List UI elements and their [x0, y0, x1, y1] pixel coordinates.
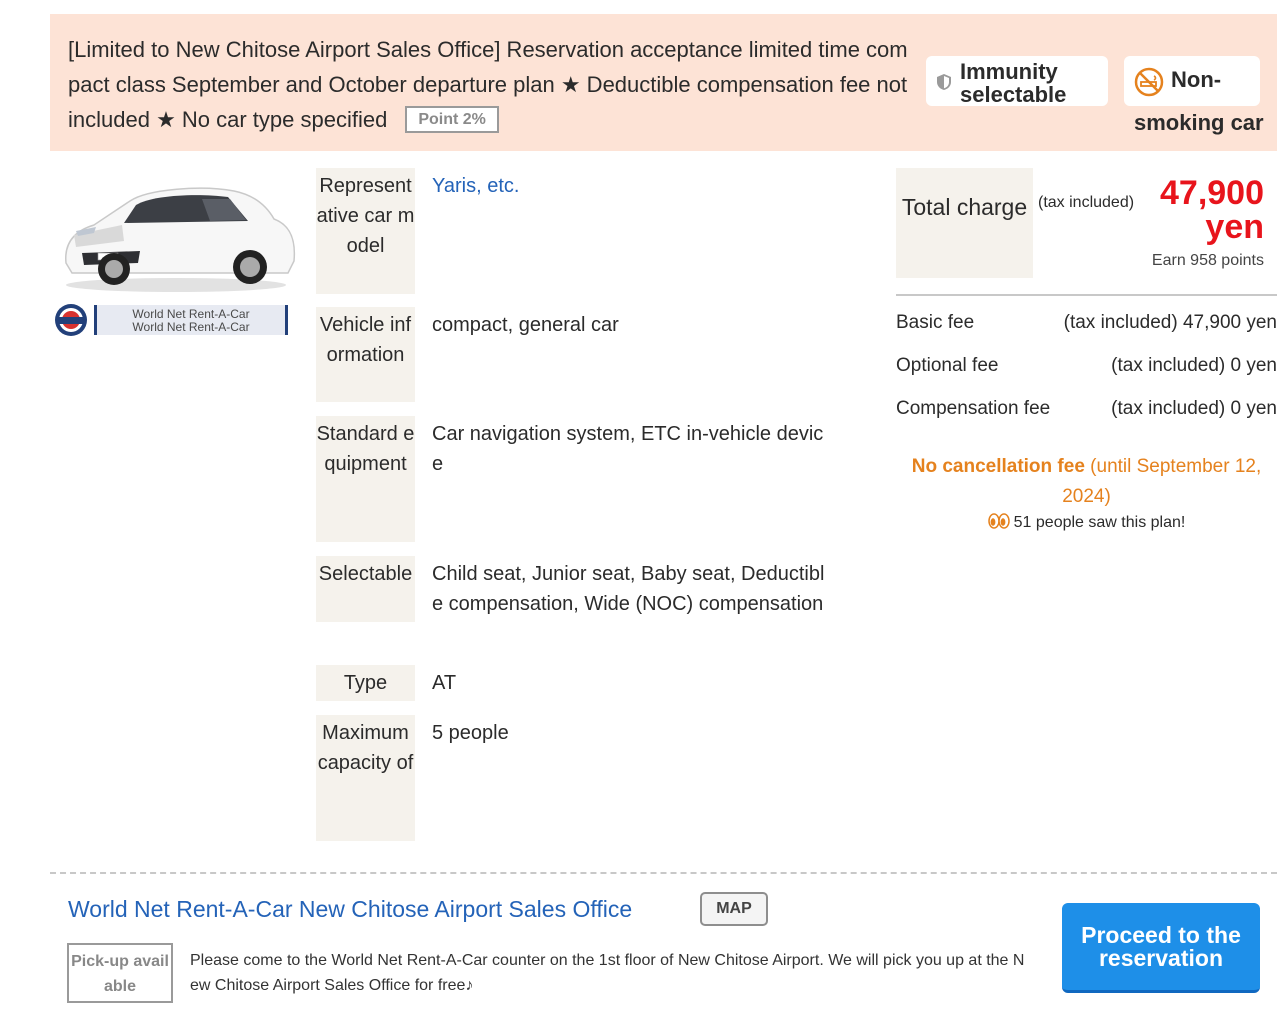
- section-divider: [50, 872, 1277, 874]
- point-badge: Point 2%: [405, 106, 499, 133]
- company-logo-text: World Net Rent-A-Car World Net Rent-A-Ca…: [94, 305, 288, 335]
- immunity-tag-label: Immunity selectable: [960, 59, 1067, 107]
- company-logo: World Net Rent-A-Car World Net Rent-A-Ca…: [54, 303, 290, 337]
- cancellation-info: No cancellation fee (until September 12,…: [896, 452, 1277, 512]
- fee-row-basic: Basic fee (tax included) 47,900 yen: [896, 312, 1277, 338]
- non-smoking-label-rest: smoking car: [1134, 110, 1264, 135]
- points-earned: Earn 958 points: [1151, 252, 1264, 269]
- company-logo-line2: World Net Rent-A-Car: [132, 320, 250, 334]
- company-emblem-icon: [55, 304, 87, 336]
- plan-title: [Limited to New Chitose Airport Sales Of…: [68, 32, 908, 137]
- type-value: AT: [432, 672, 457, 694]
- views-info: 51 people saw this plan!: [896, 513, 1277, 532]
- non-smoking-tag: Non- smoking car: [1124, 56, 1264, 135]
- map-button[interactable]: MAP: [700, 892, 768, 926]
- plan-header: [Limited to New Chitose Airport Sales Of…: [50, 14, 1277, 151]
- total-unit: yen: [1205, 208, 1264, 246]
- views-text: 51 people saw this plan!: [1013, 514, 1186, 531]
- fee-label: Optional fee: [896, 355, 999, 376]
- type-label: Type: [316, 665, 415, 701]
- immunity-tag: Immunity selectable: [926, 56, 1108, 106]
- shield-icon: [937, 74, 951, 90]
- total-tax-note: (tax included): [1038, 194, 1135, 211]
- fee-value: (tax included) 47,900 yen: [1063, 312, 1277, 333]
- fee-row-optional: Optional fee (tax included) 0 yen: [896, 355, 1277, 381]
- capacity-label: Maximum capacity of: [316, 715, 415, 841]
- selectable-value: Child seat, Junior seat, Baby seat, Dedu…: [432, 563, 825, 615]
- car-model-link[interactable]: Yaris, etc.: [432, 171, 832, 201]
- vehicle-info-value: compact, general car: [432, 314, 619, 336]
- total-charge-label: Total charge: [896, 168, 1033, 278]
- fee-label: Compensation fee: [896, 398, 1051, 419]
- fee-value: (tax included) 0 yen: [1111, 398, 1277, 419]
- price-divider: [896, 294, 1277, 296]
- eyes-icon: [987, 513, 1010, 529]
- equipment-value: Car navigation system, ETC in-vehicle de…: [432, 423, 824, 475]
- no-smoking-icon: [1134, 67, 1164, 97]
- capacity-value: 5 people: [432, 722, 509, 744]
- equipment-label: Standard equipment: [316, 416, 415, 542]
- car-model-label: Representative car model: [316, 168, 415, 294]
- total-price: (tax included) 47,900 yen Earn 958 point…: [1036, 176, 1264, 270]
- vehicle-info-label: Vehicle information: [316, 307, 415, 402]
- fee-label: Basic fee: [896, 312, 975, 333]
- cancellation-until: (until September 12, 2024): [1062, 456, 1262, 507]
- selectable-label: Selectable: [316, 556, 415, 622]
- pickup-description: Please come to the World Net Rent-A-Car …: [190, 952, 1025, 994]
- non-smoking-label: Non-: [1171, 67, 1222, 92]
- pickup-badge: Pick-up available: [67, 943, 173, 1003]
- fee-row-compensation: Compensation fee (tax included) 0 yen: [896, 398, 1277, 424]
- fee-value: (tax included) 0 yen: [1111, 355, 1277, 376]
- proceed-reservation-button[interactable]: Proceed to the reservation: [1062, 903, 1260, 993]
- car-image: [65, 187, 296, 292]
- office-name-link[interactable]: World Net Rent-A-Car New Chitose Airport…: [68, 896, 632, 923]
- cancellation-bold: No cancellation fee: [911, 456, 1085, 477]
